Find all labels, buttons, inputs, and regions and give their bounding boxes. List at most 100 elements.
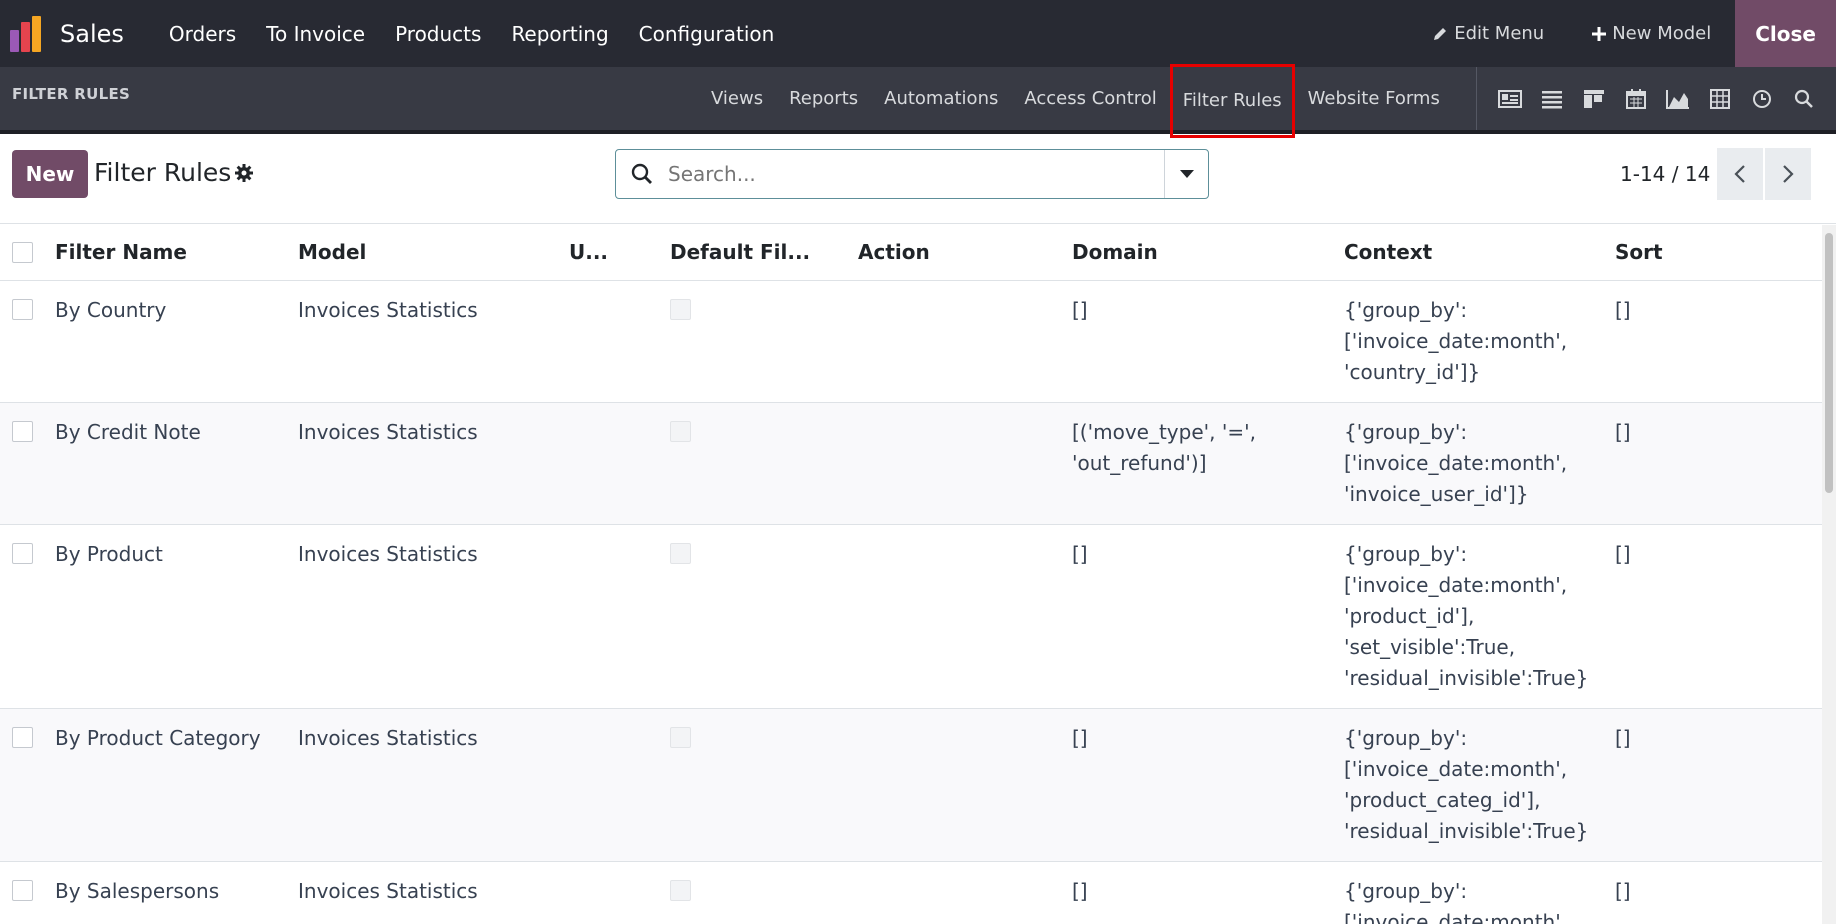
column-header-domain[interactable]: Domain xyxy=(1072,225,1344,281)
default-filter-checkbox xyxy=(670,420,691,442)
column-header-context[interactable]: Context xyxy=(1344,225,1615,281)
pivot-view-icon[interactable] xyxy=(1699,67,1741,130)
cell-default-filter xyxy=(670,524,858,709)
default-filter-checkbox xyxy=(670,726,691,748)
column-header-sort[interactable]: Sort xyxy=(1615,225,1822,281)
menu-reporting[interactable]: Reporting xyxy=(496,22,623,46)
row-checkbox[interactable] xyxy=(12,879,33,901)
new-button[interactable]: New xyxy=(12,150,88,198)
studio-tab-website-forms[interactable]: Website Forms xyxy=(1295,67,1453,130)
sales-app-icon[interactable] xyxy=(10,15,46,52)
cell-model: Invoices Statistics xyxy=(298,708,569,862)
cell-context: {'group_by': ['invoice_date:month', 'pro… xyxy=(1344,524,1615,709)
graph-view-icon[interactable] xyxy=(1657,67,1699,130)
cell-action xyxy=(858,524,1072,709)
cell-default-filter xyxy=(670,280,858,403)
studio-tab-automations[interactable]: Automations xyxy=(871,67,1011,130)
new-model-label: New Model xyxy=(1612,23,1712,44)
search-input[interactable] xyxy=(668,162,1164,186)
default-filter-checkbox xyxy=(670,542,691,564)
studio-section-title: FILTER RULES xyxy=(12,85,131,103)
gear-icon[interactable] xyxy=(234,163,254,183)
table-row[interactable]: By Product Invoices Statistics [] {'grou… xyxy=(0,524,1822,709)
app-name[interactable]: Sales xyxy=(60,20,124,48)
list-view-icon[interactable] xyxy=(1531,67,1573,130)
cell-sort: [] xyxy=(1615,402,1822,525)
cell-domain: [] xyxy=(1072,861,1344,924)
cell-model: Invoices Statistics xyxy=(298,861,569,924)
form-view-icon[interactable] xyxy=(1489,67,1531,130)
edit-menu-button[interactable]: Edit Menu xyxy=(1408,23,1568,44)
page-title: Filter Rules xyxy=(94,158,232,187)
row-checkbox[interactable] xyxy=(12,298,33,320)
row-checkbox[interactable] xyxy=(12,726,33,748)
cell-user xyxy=(569,861,670,924)
cell-filter-name: By Country xyxy=(55,280,298,403)
studio-tab-access-control[interactable]: Access Control xyxy=(1011,67,1169,130)
kanban-view-icon[interactable] xyxy=(1573,67,1615,130)
activity-view-icon[interactable] xyxy=(1741,67,1783,130)
cell-model: Invoices Statistics xyxy=(298,402,569,525)
menu-configuration[interactable]: Configuration xyxy=(624,22,790,46)
studio-subbar: FILTER RULES Views Reports Automations A… xyxy=(0,63,1836,138)
pencil-icon xyxy=(1434,27,1447,40)
cell-default-filter xyxy=(670,708,858,862)
pager-previous-button[interactable] xyxy=(1717,148,1763,200)
calendar-view-icon[interactable] xyxy=(1615,67,1657,130)
search-view-icon[interactable] xyxy=(1783,67,1825,130)
cell-action xyxy=(858,280,1072,403)
cell-default-filter xyxy=(670,861,858,924)
select-all-checkbox[interactable] xyxy=(12,241,33,263)
column-header-filter-name[interactable]: Filter Name xyxy=(55,225,298,281)
studio-menu: Views Reports Automations Access Control… xyxy=(698,63,1453,138)
cell-domain: [] xyxy=(1072,524,1344,709)
scrollbar-thumb[interactable] xyxy=(1825,233,1833,493)
chevron-left-icon xyxy=(1734,165,1745,183)
cell-domain: [('move_type', '=', 'out_refund')] xyxy=(1072,402,1344,525)
control-panel: New Filter Rules 1-14 / 14 xyxy=(0,138,1836,224)
table-header: Filter Name Model U... Default Fil... Ac… xyxy=(0,225,1822,281)
plus-icon xyxy=(1592,26,1607,41)
cell-sort: [] xyxy=(1615,861,1822,924)
table-row[interactable]: By Credit Note Invoices Statistics [('mo… xyxy=(0,402,1822,525)
menu-to-invoice[interactable]: To Invoice xyxy=(251,22,380,46)
list-scrollbar[interactable] xyxy=(1822,225,1836,924)
studio-tab-filter-rules[interactable]: Filter Rules xyxy=(1169,63,1295,138)
studio-actions: Edit Menu New Model Close xyxy=(1408,0,1836,67)
close-studio-button[interactable]: Close xyxy=(1735,0,1836,67)
column-header-action[interactable]: Action xyxy=(858,225,1072,281)
row-checkbox[interactable] xyxy=(12,542,33,564)
row-checkbox[interactable] xyxy=(12,420,33,442)
search-bar xyxy=(615,149,1209,199)
cell-action xyxy=(858,708,1072,862)
pager-value[interactable]: 1-14 / 14 xyxy=(1620,162,1710,186)
menu-products[interactable]: Products xyxy=(380,22,496,46)
default-filter-checkbox xyxy=(670,298,691,320)
menu-orders[interactable]: Orders xyxy=(154,22,251,46)
table-row[interactable]: By Salespersons Invoices Statistics [] {… xyxy=(0,861,1822,924)
table-row[interactable]: By Country Invoices Statistics [] {'grou… xyxy=(0,280,1822,403)
cell-filter-name: By Salespersons xyxy=(55,861,298,924)
new-model-button[interactable]: New Model xyxy=(1568,23,1735,44)
studio-tab-reports[interactable]: Reports xyxy=(776,67,871,130)
caret-down-icon xyxy=(1179,170,1194,178)
cell-context: {'group_by': ['invoice_date:month', xyxy=(1344,861,1615,924)
cell-model: Invoices Statistics xyxy=(298,524,569,709)
cell-default-filter xyxy=(670,402,858,525)
cell-filter-name: By Product xyxy=(55,524,298,709)
cell-user xyxy=(569,524,670,709)
view-switcher xyxy=(1476,67,1825,130)
search-options-toggle[interactable] xyxy=(1164,150,1208,198)
default-filter-checkbox xyxy=(670,879,691,901)
column-header-model[interactable]: Model xyxy=(298,225,569,281)
pager-next-button[interactable] xyxy=(1765,148,1811,200)
cell-user xyxy=(569,708,670,862)
studio-tab-views[interactable]: Views xyxy=(698,67,776,130)
table-row[interactable]: By Product Category Invoices Statistics … xyxy=(0,708,1822,862)
column-header-default-filter[interactable]: Default Fil... xyxy=(670,225,858,281)
column-header-user[interactable]: U... xyxy=(569,225,670,281)
cell-action xyxy=(858,402,1072,525)
cell-user xyxy=(569,280,670,403)
cell-domain: [] xyxy=(1072,280,1344,403)
edit-menu-label: Edit Menu xyxy=(1454,23,1545,44)
